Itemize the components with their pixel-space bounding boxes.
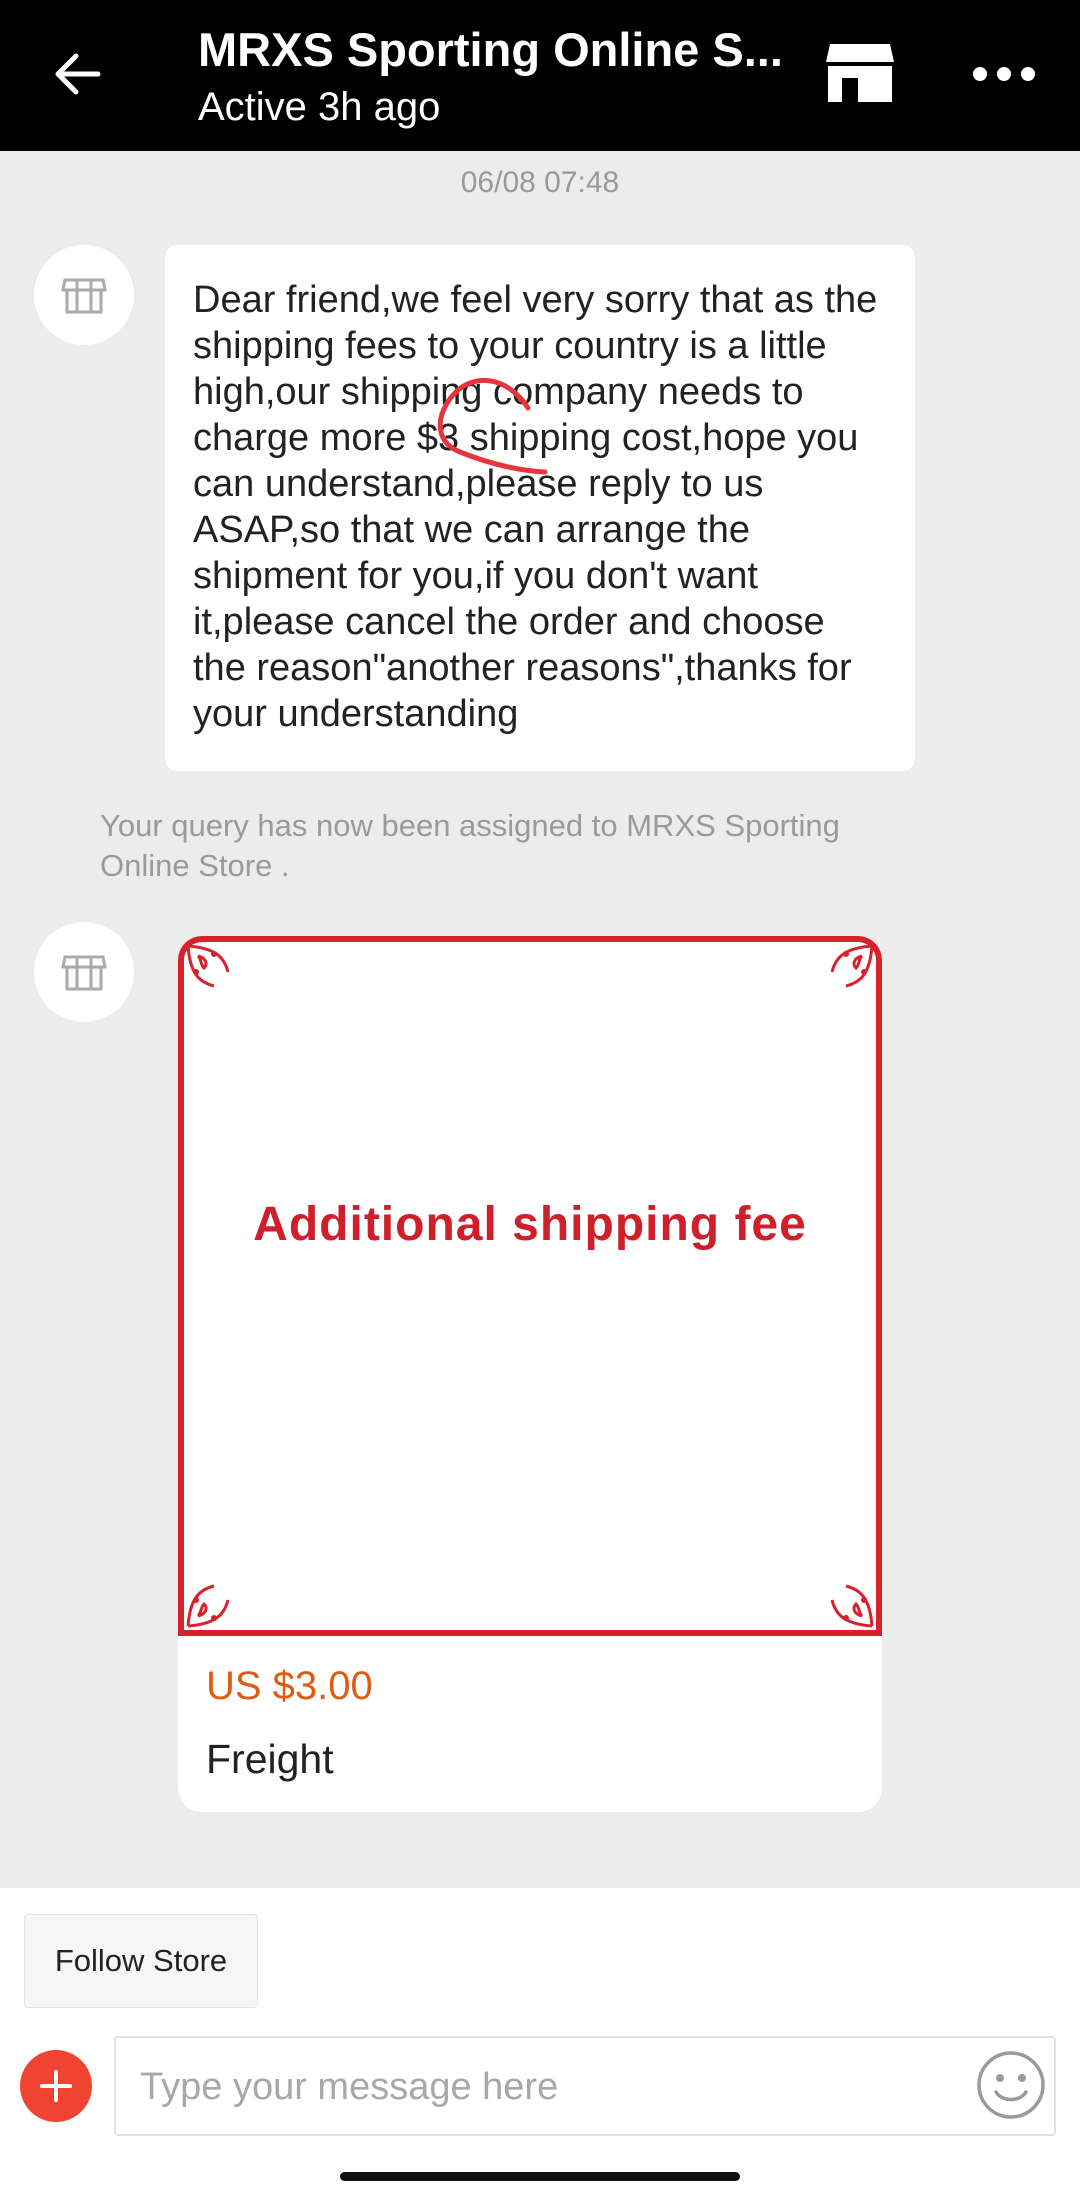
message-bubble: Dear friend,we feel very sorry that as t… bbox=[165, 245, 915, 771]
message-input[interactable] bbox=[140, 2058, 960, 2116]
follow-store-button[interactable]: Follow Store bbox=[24, 1914, 258, 2008]
store-icon[interactable] bbox=[824, 40, 896, 106]
ornament-corner-icon bbox=[830, 944, 874, 988]
ornament-corner-icon bbox=[830, 1584, 874, 1628]
store-avatar-icon bbox=[61, 278, 107, 314]
product-card[interactable]: Additional shipping fee US $3.00 Freight bbox=[178, 936, 882, 1812]
product-name: Freight bbox=[206, 1736, 334, 1782]
emoji-icon[interactable] bbox=[974, 2048, 1048, 2122]
ornament-corner-icon bbox=[186, 944, 230, 988]
product-image[interactable]: Additional shipping fee bbox=[178, 936, 882, 1636]
store-avatar-icon bbox=[61, 955, 107, 991]
store-title: MRXS Sporting Online S... bbox=[198, 23, 783, 76]
assignment-note: Your query has now been assigned to MRXS… bbox=[100, 808, 840, 883]
message-input-box[interactable] bbox=[114, 2036, 1056, 2136]
store-avatar[interactable] bbox=[34, 245, 134, 345]
bottom-bar: Follow Store bbox=[0, 1888, 1080, 2191]
plus-icon bbox=[40, 2070, 72, 2102]
ornament-corner-icon bbox=[186, 1584, 230, 1628]
active-status: Active 3h ago bbox=[198, 85, 441, 129]
chat-header: MRXS Sporting Online S... Active 3h ago bbox=[0, 0, 1080, 151]
more-options-icon[interactable] bbox=[968, 56, 1040, 92]
store-avatar[interactable] bbox=[34, 922, 134, 1022]
product-image-caption: Additional shipping fee bbox=[253, 1198, 807, 1251]
add-attachment-button[interactable] bbox=[20, 2050, 92, 2122]
product-price: US $3.00 bbox=[206, 1664, 373, 1708]
header-title-block: MRXS Sporting Online S... Active 3h ago bbox=[198, 20, 798, 132]
home-indicator bbox=[340, 2172, 740, 2181]
message-timestamp: 06/08 07:48 bbox=[460, 166, 620, 199]
back-arrow-icon[interactable] bbox=[48, 44, 108, 104]
